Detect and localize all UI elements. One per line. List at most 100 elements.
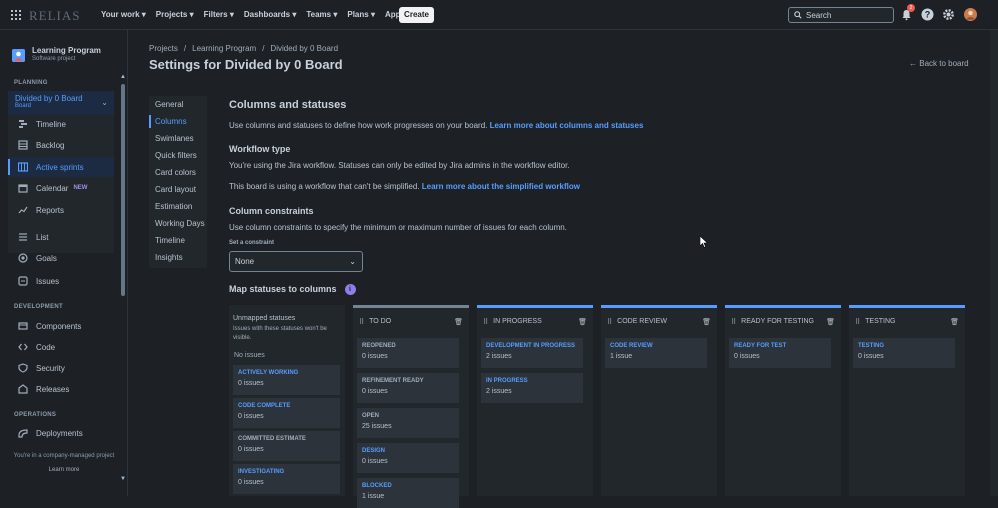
sidebar-item-components[interactable]: Components	[8, 316, 114, 336]
trash-icon[interactable]: 🗑	[702, 318, 711, 326]
board-column-in-progress[interactable]: ⠿IN PROGRESS🗑 DEVELOPMENT IN PROGRESS2 i…	[477, 305, 593, 496]
create-button[interactable]: Create	[399, 7, 434, 23]
sidebar-item-deployments[interactable]: Deployments	[8, 423, 114, 443]
status-name: INVESTIGATING	[238, 469, 335, 475]
status-name: DESIGN	[362, 448, 454, 454]
board-column-testing[interactable]: ⠿TESTING🗑 TESTING0 issues	[849, 305, 965, 496]
settings-tab-general[interactable]: General	[149, 96, 207, 113]
code-icon	[18, 342, 28, 352]
settings-tab-card-layout[interactable]: Card layout	[149, 181, 207, 198]
columns-learn-more-link[interactable]: Learn more about columns and statuses	[490, 121, 644, 130]
status-card[interactable]: IN PROGRESS2 issues	[481, 373, 583, 403]
scrollbar-thumb[interactable]	[121, 84, 125, 296]
sidebar-item-security[interactable]: Security	[8, 358, 114, 378]
settings-tab-card-colors[interactable]: Card colors	[149, 164, 207, 181]
status-card[interactable]: BLOCKED1 issue	[357, 478, 459, 508]
nav-your-work[interactable]: Your work ▾	[101, 10, 146, 19]
drag-handle-icon[interactable]: ⠿	[855, 318, 860, 326]
status-card[interactable]: COMMITTED ESTIMATE0 issues	[233, 431, 340, 461]
settings-tab-columns[interactable]: Columns	[149, 113, 207, 130]
reports-icon	[18, 205, 28, 215]
primary-nav: Your work ▾ Projects ▾ Filters ▾ Dashboa…	[101, 10, 411, 19]
status-card[interactable]: INVESTIGATING0 issues	[233, 464, 340, 494]
nav-filters[interactable]: Filters ▾	[204, 10, 234, 19]
sidebar-item-goals[interactable]: Goals	[8, 248, 114, 268]
unmapped-statuses-column: Unmapped statuses Issues with these stat…	[229, 305, 345, 496]
sidebar-item-label: List	[36, 233, 48, 242]
simplified-workflow-link[interactable]: Learn more about the simplified workflow	[422, 182, 580, 191]
shield-icon	[18, 363, 28, 373]
status-card[interactable]: OPEN25 issues	[357, 408, 459, 438]
settings-gear-icon[interactable]	[942, 8, 955, 21]
status-count: 2 issues	[486, 353, 578, 360]
sidebar-item-active-sprints[interactable]: Active sprints	[8, 157, 114, 177]
status-card[interactable]: ACTIVELY WORKING0 issues	[233, 365, 340, 395]
trash-icon[interactable]: 🗑	[454, 318, 463, 326]
logo[interactable]: RELIAS	[29, 8, 81, 24]
columns-description: Use columns and statuses to define how w…	[229, 121, 643, 130]
sidebar-item-timeline[interactable]: Timeline	[8, 114, 114, 134]
board-selector[interactable]: Divided by 0 Board Board ⌄	[8, 91, 114, 115]
settings-tab-estimation[interactable]: Estimation	[149, 198, 207, 215]
status-card[interactable]: DEVELOPMENT IN PROGRESS2 issues	[481, 338, 583, 368]
settings-tab-insights[interactable]: Insights	[149, 249, 207, 266]
sidebar-item-label: Goals	[36, 254, 57, 263]
unmapped-description: Issues with these statuses won't be visi…	[233, 325, 335, 343]
sidebar-item-code[interactable]: Code	[8, 337, 114, 357]
status-card[interactable]: REFINEMENT READY0 issues	[357, 373, 459, 403]
status-card[interactable]: READY FOR TEST0 issues	[729, 338, 831, 368]
status-card[interactable]: REOPENED0 issues	[357, 338, 459, 368]
status-card[interactable]: CODE REVIEW1 issue	[605, 338, 707, 368]
sidebar-item-backlog[interactable]: Backlog	[8, 135, 114, 155]
settings-tab-quick-filters[interactable]: Quick filters	[149, 147, 207, 164]
help-icon[interactable]: ?	[921, 8, 934, 21]
page-scrollbar[interactable]	[990, 30, 998, 496]
trash-icon[interactable]: 🗑	[826, 318, 835, 326]
status-card[interactable]: TESTING0 issues	[853, 338, 955, 368]
operations-header: OPERATIONS	[14, 412, 56, 418]
drag-handle-icon[interactable]: ⠿	[607, 318, 612, 326]
drag-handle-icon[interactable]: ⠿	[731, 318, 736, 326]
app-switcher-icon[interactable]	[11, 10, 21, 20]
constraint-select[interactable]: None ⌄	[229, 251, 363, 272]
notifications-icon[interactable]: 2	[900, 8, 913, 21]
drag-handle-icon[interactable]: ⠿	[359, 318, 364, 326]
sidebar-item-reports[interactable]: Reports	[8, 200, 114, 220]
settings-tab-swimlanes[interactable]: Swimlanes	[149, 130, 207, 147]
scroll-down-icon[interactable]: ▼	[120, 476, 126, 482]
status-card[interactable]: DESIGN0 issues	[357, 443, 459, 473]
board-column-todo[interactable]: ⠿TO DO🗑 REOPENED0 issues REFINEMENT READ…	[353, 305, 469, 496]
status-count: 0 issues	[362, 388, 454, 395]
user-avatar[interactable]	[964, 8, 977, 21]
chevron-down-icon: ⌄	[349, 252, 356, 271]
timeline-icon	[18, 119, 28, 129]
status-card[interactable]: CODE COMPLETE0 issues	[233, 398, 340, 428]
constraints-description: Use column constraints to specify the mi…	[229, 223, 567, 232]
settings-tab-working-days[interactable]: Working Days	[149, 215, 207, 232]
nav-teams[interactable]: Teams ▾	[306, 10, 337, 19]
breadcrumb-board[interactable]: Divided by 0 Board	[270, 44, 338, 53]
sidebar-item-calendar[interactable]: Calendar NEW	[8, 178, 114, 198]
learn-more-link[interactable]: Learn more	[0, 467, 128, 473]
sidebar-item-releases[interactable]: Releases	[8, 379, 114, 399]
back-to-board-link[interactable]: ← Back to board	[909, 59, 969, 68]
breadcrumb-project[interactable]: Learning Program	[192, 44, 256, 53]
sidebar-item-list[interactable]: List	[8, 227, 114, 247]
nav-dashboards[interactable]: Dashboards ▾	[244, 10, 296, 19]
board-column-ready-for-testing[interactable]: ⠿READY FOR TESTING🗑 READY FOR TEST0 issu…	[725, 305, 841, 496]
project-header[interactable]: Learning Program Software project	[12, 46, 101, 62]
trash-icon[interactable]: 🗑	[578, 318, 587, 326]
search-input[interactable]: Search	[788, 7, 894, 23]
scroll-up-icon[interactable]: ▲	[120, 74, 126, 80]
breadcrumb-projects[interactable]: Projects	[149, 44, 178, 53]
drag-handle-icon[interactable]: ⠿	[483, 318, 488, 326]
sidebar-scrollbar[interactable]: ▲ ▼	[120, 74, 126, 484]
nav-plans[interactable]: Plans ▾	[347, 10, 375, 19]
nav-projects[interactable]: Projects ▾	[156, 10, 194, 19]
status-count: 0 issues	[858, 353, 950, 360]
info-icon[interactable]: i	[345, 284, 356, 295]
sidebar-item-issues[interactable]: Issues	[8, 271, 114, 291]
settings-tab-timeline[interactable]: Timeline	[149, 232, 207, 249]
board-column-code-review[interactable]: ⠿CODE REVIEW🗑 CODE REVIEW1 issue	[601, 305, 717, 496]
trash-icon[interactable]: 🗑	[950, 318, 959, 326]
